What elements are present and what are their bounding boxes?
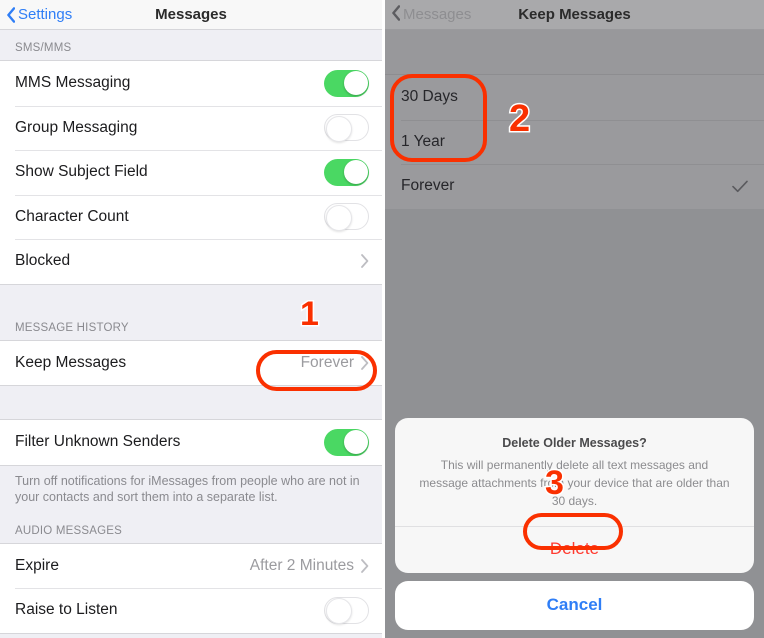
row-label: Character Count — [15, 207, 129, 225]
option-30-days[interactable]: 30 Days — [385, 75, 764, 120]
back-to-messages-button[interactable]: Messages — [385, 5, 471, 24]
audio-messages-group: Expire After 2 Minutes Raise to Listen — [0, 542, 382, 634]
sms-mms-group: MMS Messaging Group Messaging Show Subje… — [0, 60, 382, 285]
toggle-knob — [343, 160, 368, 185]
toggle-raise-to-listen[interactable] — [324, 596, 369, 625]
toggle-filter-unknown-senders[interactable] — [324, 428, 369, 456]
toggle-knob — [325, 598, 352, 625]
row-blocked[interactable]: Blocked — [0, 239, 382, 284]
row-value-keep-messages: Forever — [300, 353, 354, 371]
row-label: Show Subject Field — [15, 163, 148, 181]
option-label: 1 Year — [401, 132, 445, 150]
row-value-expire: After 2 Minutes — [249, 556, 354, 574]
back-label: Messages — [403, 6, 472, 23]
right-navigation-bar: Messages Keep Messages — [385, 0, 764, 30]
toggle-knob — [343, 430, 368, 455]
cancel-button[interactable]: Cancel — [395, 581, 754, 630]
toggle-show-subject-field[interactable] — [324, 158, 369, 186]
action-sheet: Delete Older Messages? This will permane… — [395, 418, 754, 630]
left-navigation-bar: Settings Messages — [0, 0, 382, 30]
row-character-count[interactable]: Character Count — [0, 194, 382, 239]
row-show-subject-field[interactable]: Show Subject Field — [0, 150, 382, 195]
row-label: Keep Messages — [15, 353, 127, 371]
option-1-year[interactable]: 1 Year — [385, 119, 764, 165]
chevron-right-icon — [361, 355, 369, 370]
footnote-filter-unknown-senders: Turn off notifications for iMessages fro… — [0, 465, 382, 506]
toggle-knob — [343, 71, 368, 96]
section-header-audio-messages: AUDIO MESSAGES — [0, 505, 382, 543]
section-spacer — [0, 386, 382, 419]
chevron-right-icon — [361, 254, 369, 269]
chevron-left-icon — [391, 5, 401, 24]
row-label: MMS Messaging — [15, 74, 131, 92]
option-label: 30 Days — [401, 88, 458, 106]
chevron-right-icon — [361, 558, 369, 573]
alert-message: This will permanently delete all text me… — [419, 458, 730, 508]
toggle-knob — [325, 204, 352, 231]
keep-messages-options-group: 30 Days 1 Year Forever — [385, 75, 764, 209]
delete-older-messages-alert: Delete Older Messages? This will permane… — [395, 418, 754, 573]
toggle-mms-messaging[interactable] — [324, 69, 369, 97]
message-history-group: Keep Messages Forever — [0, 339, 382, 386]
row-filter-unknown-senders[interactable]: Filter Unknown Senders — [0, 420, 382, 465]
alert-title: Delete Older Messages? — [502, 436, 647, 450]
toggle-group-messaging[interactable] — [324, 114, 369, 142]
row-group-messaging[interactable]: Group Messaging — [0, 105, 382, 150]
option-label: Forever — [401, 177, 455, 195]
checkmark-icon — [732, 180, 748, 193]
chevron-left-icon — [6, 6, 15, 23]
screenshot-root: Settings Messages SMS/MMS MMS Messaging … — [0, 0, 764, 638]
row-label: Group Messaging — [15, 118, 138, 136]
option-forever[interactable]: Forever — [385, 164, 764, 209]
messages-settings-panel: Settings Messages SMS/MMS MMS Messaging … — [0, 0, 382, 638]
row-expire[interactable]: Expire After 2 Minutes — [0, 543, 382, 588]
delete-button[interactable]: Delete — [395, 527, 754, 573]
back-to-settings-button[interactable]: Settings — [0, 6, 72, 23]
section-header-message-history: MESSAGE HISTORY — [0, 284, 382, 340]
row-label: Blocked — [15, 252, 71, 270]
section-header-sms-mms: SMS/MMS — [0, 30, 382, 60]
row-raise-to-listen[interactable]: Raise to Listen — [0, 588, 382, 633]
row-label: Raise to Listen — [15, 601, 118, 619]
filter-unknown-senders-group: Filter Unknown Senders — [0, 419, 382, 466]
section-spacer — [385, 30, 764, 75]
toggle-character-count[interactable] — [324, 203, 369, 231]
row-keep-messages[interactable]: Keep Messages Forever — [0, 340, 382, 385]
back-label: Settings — [18, 6, 73, 23]
row-label: Expire — [15, 556, 59, 574]
toggle-knob — [325, 115, 352, 142]
keep-messages-panel: Messages Keep Messages 30 Days 1 Year Fo… — [385, 0, 764, 638]
row-label: Filter Unknown Senders — [15, 433, 181, 451]
row-mms-messaging[interactable]: MMS Messaging — [0, 61, 382, 106]
